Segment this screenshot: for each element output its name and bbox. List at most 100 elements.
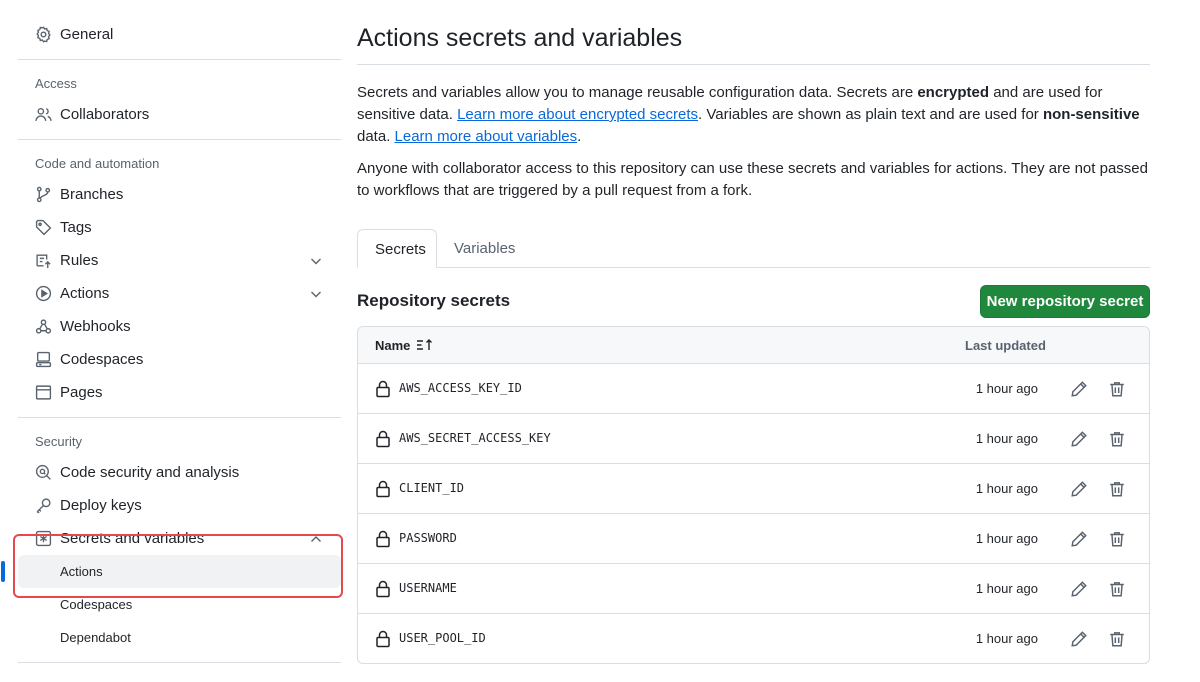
sidebar-item-tags[interactable]: Tags — [18, 211, 341, 244]
sidebar-divider — [18, 139, 341, 140]
sidebar-item-collaborators[interactable]: Collaborators — [18, 98, 341, 131]
trash-icon[interactable] — [1108, 480, 1126, 498]
intro-paragraph: Secrets and variables allow you to manag… — [357, 82, 1150, 148]
pencil-icon[interactable] — [1070, 580, 1088, 598]
sidebar-item-code-security[interactable]: Code security and analysis — [18, 456, 341, 489]
sidebar-item-label: Code security and analysis — [60, 464, 240, 481]
table-row: PASSWORD 1 hour ago — [358, 514, 1149, 564]
trash-icon[interactable] — [1108, 530, 1126, 548]
sidebar-subitem-codespaces[interactable]: Codespaces — [18, 588, 341, 621]
sidebar-item-codespaces[interactable]: Codespaces — [18, 343, 341, 376]
pencil-icon[interactable] — [1070, 380, 1088, 398]
people-icon — [35, 106, 52, 123]
intro-text: Secrets and variables allow you to manag… — [357, 84, 918, 101]
pencil-icon[interactable] — [1070, 630, 1088, 648]
secret-name: USERNAME — [399, 581, 457, 595]
learn-more-secrets-link[interactable]: Learn more about encrypted secrets — [457, 106, 698, 123]
sidebar-section-security: Security — [35, 434, 82, 449]
sidebar-item-label: Deploy keys — [60, 497, 142, 514]
lock-icon — [375, 580, 391, 598]
lock-icon — [375, 430, 391, 448]
rules-icon — [35, 252, 52, 269]
play-icon — [35, 285, 52, 302]
sidebar-item-branches[interactable]: Branches — [18, 178, 341, 211]
table-row: USER_POOL_ID 1 hour ago — [358, 614, 1149, 663]
sidebar-divider — [18, 662, 341, 663]
settings-sidebar: General Access Collaborators Code and au… — [1, 18, 341, 663]
lock-icon — [375, 530, 391, 548]
tag-icon — [35, 219, 52, 236]
key-icon — [35, 497, 52, 514]
sidebar-item-general[interactable]: General — [18, 18, 341, 51]
trash-icon[interactable] — [1108, 430, 1126, 448]
chevron-up-icon[interactable] — [308, 531, 324, 547]
secret-name: USER_POOL_ID — [399, 631, 486, 645]
sidebar-subitem-dependabot[interactable]: Dependabot — [18, 621, 341, 654]
sidebar-item-webhooks[interactable]: Webhooks — [18, 310, 341, 343]
secrets-table: Name Last updated AWS_ACCESS_KEY_ID 1 ho… — [357, 326, 1150, 664]
sidebar-item-rules[interactable]: Rules — [18, 244, 341, 277]
sidebar-item-actions[interactable]: Actions — [18, 277, 341, 310]
chevron-down-icon[interactable] — [308, 253, 324, 269]
title-divider — [357, 64, 1150, 65]
intro-bold-non-sensitive: non-sensitive — [1042, 106, 1140, 123]
sidebar-item-deploy-keys[interactable]: Deploy keys — [18, 489, 341, 522]
asterisk-icon — [35, 530, 52, 547]
lock-icon — [375, 630, 391, 648]
pencil-icon[interactable] — [1070, 530, 1088, 548]
sort-asc-icon[interactable] — [416, 337, 434, 353]
sidebar-item-secrets-and-variables[interactable]: Secrets and variables — [18, 522, 341, 555]
table-header: Name Last updated — [358, 327, 1149, 364]
sidebar-item-label: Codespaces — [60, 597, 133, 612]
shield-search-icon — [35, 464, 52, 481]
secret-name: CLIENT_ID — [399, 481, 465, 495]
secret-last-updated: 1 hour ago — [975, 431, 1038, 446]
secret-last-updated: 1 hour ago — [975, 381, 1038, 396]
secret-last-updated: 1 hour ago — [975, 531, 1038, 546]
sidebar-section-code-automation: Code and automation — [35, 156, 160, 171]
table-row: AWS_SECRET_ACCESS_KEY 1 hour ago — [358, 414, 1149, 464]
lock-icon — [375, 480, 391, 498]
sidebar-item-label: Actions — [60, 285, 110, 302]
webhook-icon — [35, 318, 52, 335]
learn-more-variables-link[interactable]: Learn more about variables — [395, 128, 578, 145]
repository-secrets-heading: Repository secrets — [357, 291, 511, 310]
tab-bar: Secrets Variables — [357, 229, 1150, 268]
sidebar-item-label: Pages — [60, 384, 103, 401]
column-header-name[interactable]: Name — [375, 338, 410, 353]
sidebar-divider — [18, 59, 341, 60]
sidebar-item-label: Collaborators — [60, 106, 150, 123]
sidebar-item-pages[interactable]: Pages — [18, 376, 341, 409]
table-row: CLIENT_ID 1 hour ago — [358, 464, 1149, 514]
sidebar-item-label: Rules — [60, 252, 99, 269]
access-paragraph: Anyone with collaborator access to this … — [357, 160, 1148, 199]
sidebar-item-label: Dependabot — [60, 630, 131, 645]
gear-icon — [35, 26, 52, 43]
chevron-down-icon[interactable] — [308, 286, 324, 302]
new-repository-secret-button[interactable]: New repository secret — [980, 285, 1150, 318]
tab-secrets[interactable]: Secrets — [357, 229, 437, 268]
intro-bold-encrypted: encrypted — [917, 84, 990, 101]
sidebar-item-label: Secrets and variables — [60, 530, 205, 547]
sidebar-divider — [18, 417, 341, 418]
pencil-icon[interactable] — [1070, 480, 1088, 498]
table-body: AWS_ACCESS_KEY_ID 1 hour ago AWS_SECRET_… — [358, 364, 1149, 663]
trash-icon[interactable] — [1108, 380, 1126, 398]
intro-text: data. — [357, 128, 395, 145]
secret-last-updated: 1 hour ago — [975, 481, 1038, 496]
column-header-last-updated: Last updated — [965, 338, 1046, 353]
intro-text: . — [577, 128, 582, 145]
sidebar-subitem-actions[interactable]: Actions — [1, 555, 341, 588]
sidebar-item-label: General — [60, 26, 114, 43]
tab-variables[interactable]: Variables — [437, 229, 532, 268]
sidebar-section-access: Access — [35, 76, 77, 91]
intro-text: . Variables are shown as plain text and … — [698, 106, 1043, 123]
table-row: USERNAME 1 hour ago — [358, 564, 1149, 614]
pencil-icon[interactable] — [1070, 430, 1088, 448]
lock-icon — [375, 380, 391, 398]
browser-icon — [35, 384, 52, 401]
sidebar-item-label: Actions — [60, 564, 103, 579]
trash-icon[interactable] — [1108, 630, 1126, 648]
secret-last-updated: 1 hour ago — [975, 581, 1038, 596]
trash-icon[interactable] — [1108, 580, 1126, 598]
